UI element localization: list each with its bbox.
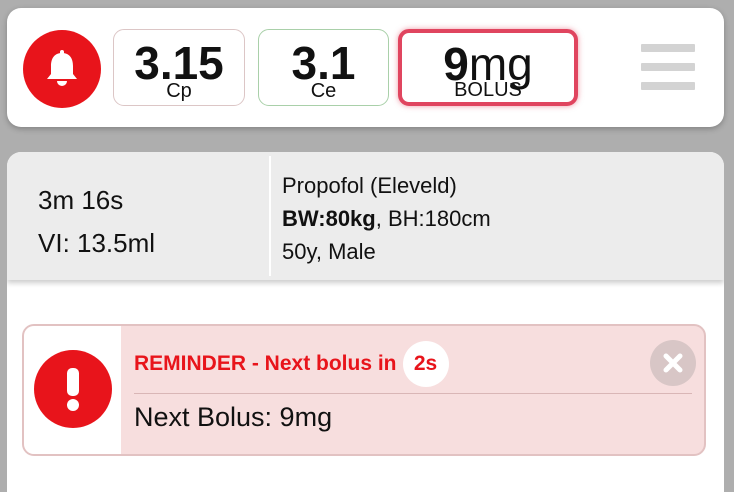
menu-bar <box>641 82 695 90</box>
cp-label: Cp <box>166 80 192 102</box>
infused-volume: VI: 13.5ml <box>38 228 156 258</box>
alert-icon-column <box>24 326 121 454</box>
infusion-info-panel: 3m 16s VI: 13.5ml Propofol (Eleveld) BW:… <box>7 152 724 280</box>
elapsed-time: 3m 16s <box>38 185 124 215</box>
top-status-bar: 3.15 Cp 3.1 Ce 9mg BOLUS <box>7 8 724 127</box>
patient-info: Propofol (Eleveld) BW:80kg, BH:180cm 50y… <box>282 169 491 268</box>
bolus-label: BOLUS <box>454 79 522 101</box>
menu-bar <box>641 63 695 71</box>
divider <box>269 156 271 276</box>
main-panel: 3m 16s VI: 13.5ml Propofol (Eleveld) BW:… <box>7 152 724 492</box>
body-weight: BW:80kg <box>282 206 376 231</box>
menu-bar <box>641 44 695 52</box>
close-glyph <box>663 353 683 373</box>
body-height: , BH:180cm <box>375 206 491 231</box>
patient-demographics: 50y, Male <box>282 239 376 264</box>
reminder-title: REMINDER - Next bolus in 2s <box>134 341 449 387</box>
reminder-title-text: REMINDER - Next bolus in <box>134 352 397 375</box>
drug-model: Propofol (Eleveld) <box>282 173 457 198</box>
close-icon[interactable] <box>650 340 696 386</box>
reminder-body: Next Bolus: 9mg <box>134 402 333 432</box>
cp-display[interactable]: 3.15 Cp <box>113 29 245 106</box>
alarm-button[interactable] <box>23 30 101 108</box>
reminder-separator <box>134 393 692 394</box>
ce-label: Ce <box>310 80 337 102</box>
exclamation-icon <box>34 350 112 428</box>
body-metrics: BW:80kg, BH:180cm <box>282 202 491 235</box>
bell-icon <box>47 50 77 86</box>
bolus-display[interactable]: 9mg BOLUS <box>398 29 578 106</box>
exclamation-glyph <box>67 368 79 411</box>
ce-display[interactable]: 3.1 Ce <box>258 29 389 106</box>
bolus-reminder-alert: REMINDER - Next bolus in 2s Next Bolus: … <box>22 324 706 456</box>
hamburger-menu-icon[interactable] <box>641 44 695 90</box>
countdown-badge: 2s <box>402 341 449 387</box>
infusion-summary: 3m 16s VI: 13.5ml <box>38 179 155 265</box>
